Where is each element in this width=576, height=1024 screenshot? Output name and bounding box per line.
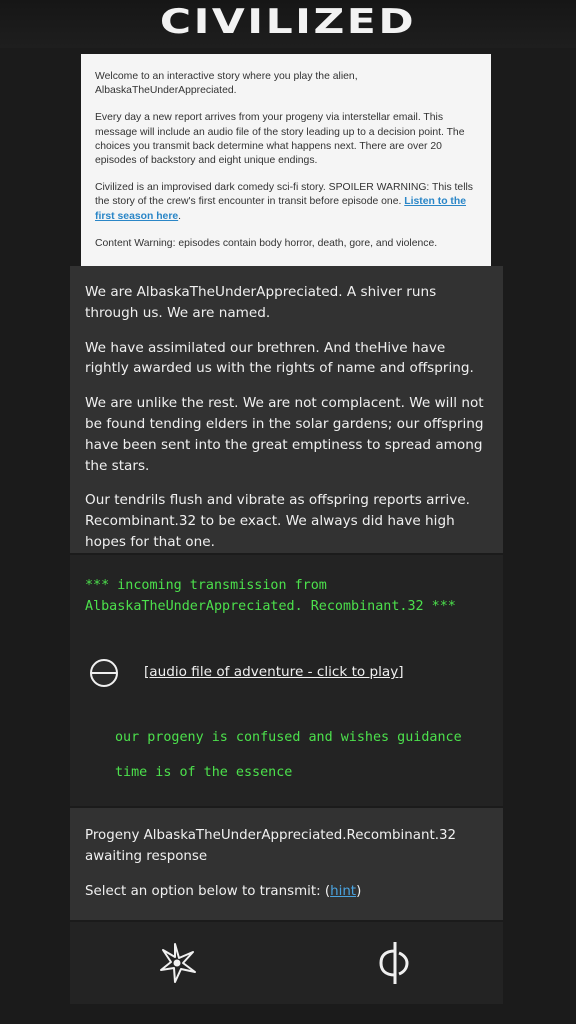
hint-link[interactable]: hint bbox=[330, 884, 356, 899]
intro-paragraph-3: Civilized is an improvised dark comedy s… bbox=[95, 181, 477, 224]
content-warning: Content Warning: episodes contain body h… bbox=[95, 237, 438, 249]
audio-player[interactable]: [audio file of adventure - click to play… bbox=[90, 659, 490, 689]
response-prompt-panel: Progeny AlbaskaTheUnderAppreciated.Recom… bbox=[70, 808, 503, 920]
choice-button-starburst[interactable] bbox=[153, 938, 203, 988]
transmission-panel: *** incoming transmission from AlbaskaTh… bbox=[70, 555, 503, 806]
intro-paragraph-3-end: . bbox=[178, 210, 182, 222]
story-paragraph: We are AlbaskaTheUnderAppreciated. A shi… bbox=[85, 284, 437, 321]
header-bar: CIVILIZED bbox=[0, 0, 576, 48]
transmission-line-1: our progeny is confused and wishes guida… bbox=[115, 730, 462, 745]
choices-bar bbox=[70, 922, 503, 1004]
select-option-text: Select an option below to transmit: (hin… bbox=[85, 882, 488, 903]
play-disc-icon[interactable] bbox=[90, 659, 118, 687]
story-paragraph: Our tendrils flush and vibrate as offspr… bbox=[85, 492, 470, 550]
story-paragraph: We are unlike the rest. We are not compl… bbox=[85, 395, 484, 474]
story-panel: We are AlbaskaTheUnderAppreciated. A shi… bbox=[70, 266, 503, 553]
phi-symbol-icon bbox=[379, 942, 409, 984]
select-option-label: Select an option below to transmit: ( bbox=[85, 883, 331, 899]
choice-button-phi[interactable] bbox=[370, 938, 420, 988]
intro-panel: Welcome to an interactive story where yo… bbox=[81, 54, 491, 266]
transmission-line-2: time is of the essence bbox=[115, 765, 293, 780]
site-logo[interactable]: CIVILIZED bbox=[0, 2, 576, 42]
select-option-end: ) bbox=[356, 883, 362, 899]
story-paragraph: We have assimilated our brethren. And th… bbox=[85, 339, 474, 377]
intro-paragraph-1: Welcome to an interactive story where yo… bbox=[95, 71, 358, 97]
starburst-icon bbox=[160, 943, 196, 983]
audio-play-link[interactable]: [audio file of adventure - click to play… bbox=[144, 664, 404, 680]
intro-paragraph-2: Every day a new report arrives from your… bbox=[95, 112, 465, 167]
transmission-header: *** incoming transmission from AlbaskaTh… bbox=[85, 578, 456, 614]
awaiting-response-text: Progeny AlbaskaTheUnderAppreciated.Recom… bbox=[85, 828, 457, 864]
